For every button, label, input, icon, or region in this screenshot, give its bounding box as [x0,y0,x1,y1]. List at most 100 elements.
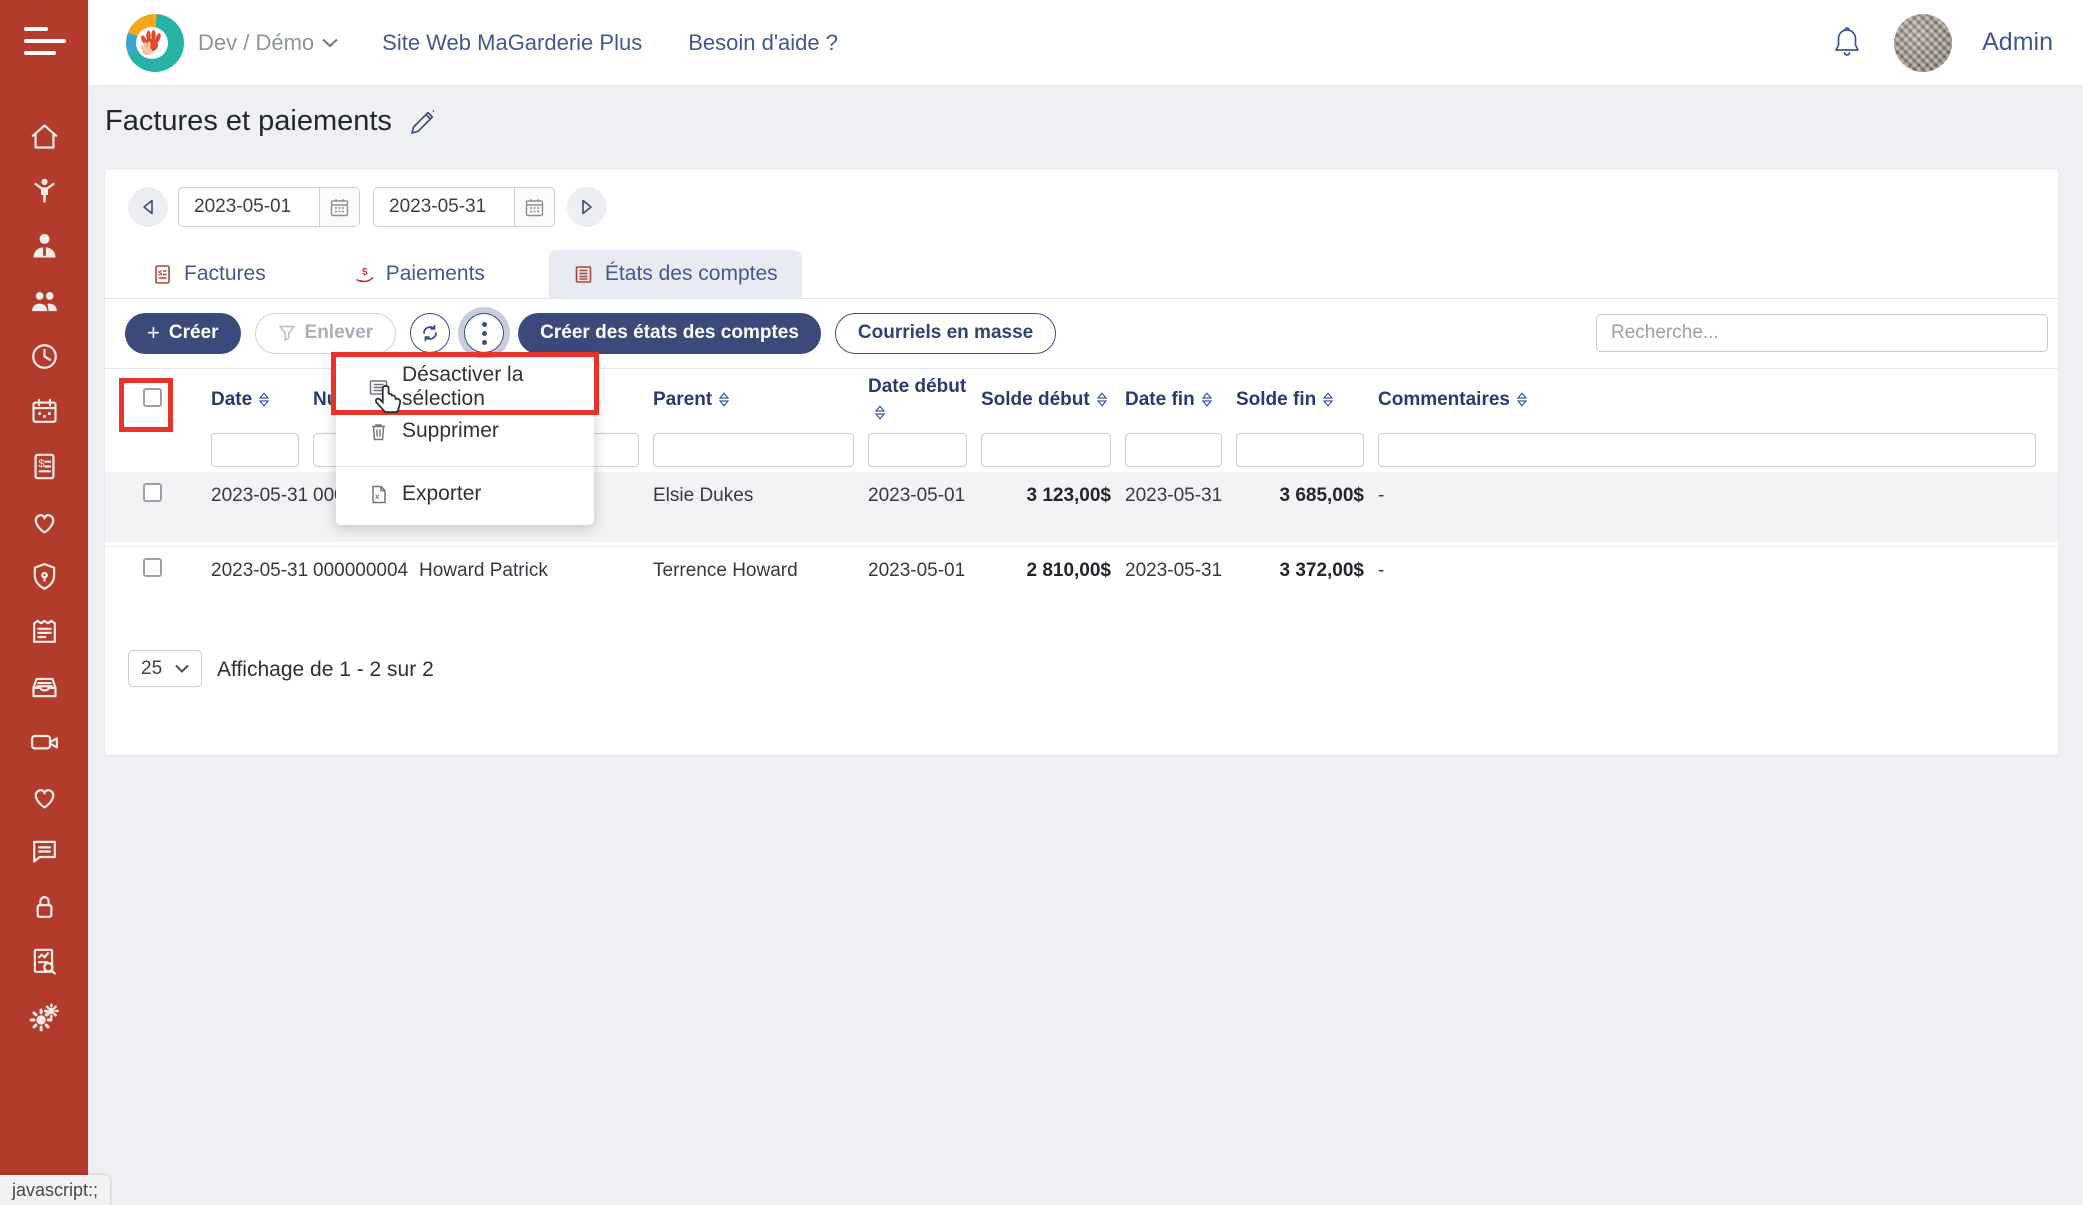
inbox-icon [28,670,61,708]
cell-date: 2023-05-31 [211,472,313,507]
filter-solde-debut-input[interactable] [981,433,1111,467]
sidebar-item-archive[interactable] [23,668,65,710]
calendar-picker-icon[interactable] [319,188,359,226]
video-camera-icon [28,725,61,763]
cell-date-debut: 2023-05-01 [868,547,981,582]
refresh-button[interactable] [410,313,450,353]
filter-parent-input[interactable] [653,433,854,467]
heart-icon [28,505,61,543]
filter-solde-fin-input[interactable] [1236,433,1364,467]
cell-solde-fin: 3 372,00$ [1236,547,1378,582]
magarderie-logo[interactable] [126,14,184,72]
filter-date-input[interactable] [211,433,299,467]
menu-item-exporter[interactable]: x Exporter [336,472,594,516]
menu-item-supprimer[interactable]: Supprimer [336,409,594,453]
column-header-date[interactable]: Date [211,387,313,413]
sidebar-item-parents[interactable] [23,283,65,325]
cell-parent: Terrence Howard [653,547,868,582]
sidebar-item-access[interactable] [23,888,65,930]
filter-date-fin-input[interactable] [1125,433,1222,467]
tab-etats-des-comptes[interactable]: États des comptes [549,250,802,298]
home-icon [28,120,61,158]
cell-commentaires: - [1378,472,2036,507]
filter-commentaires-input[interactable] [1378,433,2036,467]
row-checkbox[interactable] [143,483,162,502]
menu-divider [336,466,594,467]
mass-email-button[interactable]: Courriels en masse [835,313,1056,354]
edit-title-icon[interactable] [408,107,438,137]
filter-funnel-icon [278,324,296,342]
page-title: Factures et paiements [105,105,392,138]
invoice-icon: $ [152,264,173,285]
sort-icon [718,389,730,404]
create-statements-button[interactable]: Créer des états des comptes [518,313,821,354]
calendar-picker-icon[interactable] [514,188,554,226]
chat-icon [28,835,61,873]
sort-icon [1096,389,1108,404]
link-help[interactable]: Besoin d'aide ? [688,30,838,56]
sidebar-item-security[interactable] [23,558,65,600]
date-from-input[interactable] [179,188,319,226]
sidebar-item-messages[interactable] [23,833,65,875]
next-period-button[interactable] [567,187,607,227]
sidebar-item-calendar[interactable] [23,393,65,435]
cell-date-debut: 2023-05-01 [868,472,981,507]
user-avatar[interactable] [1894,14,1952,72]
lock-icon [28,890,61,928]
sidebar-item-invoices[interactable]: $ [23,448,65,490]
more-actions-button[interactable] [464,313,504,353]
sidebar-item-educators[interactable] [23,228,65,270]
triangle-left-icon [142,199,154,215]
user-name[interactable]: Admin [1982,28,2053,57]
cell-date-fin: 2023-05-31 [1125,472,1236,507]
cell-date: 2023-05-31 [211,547,313,582]
sidebar-item-settings[interactable] [23,998,65,1040]
column-header-date-fin[interactable]: Date fin [1125,387,1236,413]
sidebar-item-video[interactable] [23,723,65,765]
sort-icon [1322,389,1334,404]
column-header-commentaires[interactable]: Commentaires [1378,387,2036,413]
create-button[interactable]: + Créer [125,313,241,354]
bell-icon[interactable] [1830,25,1864,61]
previous-period-button[interactable] [128,187,168,227]
list-icon [368,377,389,398]
page-size-select[interactable]: 25 [128,650,202,687]
table-row[interactable]: 2023-05-31 000000004 Howard Patrick Terr… [105,546,2058,592]
chevron-down-icon [322,38,338,48]
sidebar-item-hours[interactable] [23,338,65,380]
sort-icon [1516,389,1528,404]
row-checkbox[interactable] [143,558,162,577]
select-all-checkbox[interactable] [143,388,162,407]
hand-dollar-icon: $ [354,264,375,285]
sidebar-item-forms[interactable] [23,613,65,655]
sort-icon [1201,389,1213,404]
tab-factures[interactable]: $ Factures [128,250,290,298]
filter-date-debut-input[interactable] [868,433,967,467]
sidebar-item-reports[interactable] [23,943,65,985]
form-icon [28,615,61,653]
sidebar-item-children[interactable] [23,173,65,215]
menu-item-desactiver-la-selection[interactable]: Désactiver la sélection [336,365,594,409]
svg-text:$: $ [362,267,368,278]
sidebar-item-favorites[interactable] [23,778,65,820]
person-tie-icon [28,230,61,268]
plus-icon: + [147,322,160,344]
column-header-parent[interactable]: Parent [653,387,868,413]
column-header-solde-fin[interactable]: Solde fin [1236,387,1378,413]
column-header-date-debut[interactable]: Date début [868,374,981,425]
link-site-web[interactable]: Site Web MaGarderie Plus [382,30,642,56]
menu-toggle-icon[interactable] [24,27,66,63]
date-to-input[interactable] [374,188,514,226]
sidebar-item-health[interactable] [23,503,65,545]
gears-icon [28,1000,61,1038]
clock-icon [28,340,61,378]
sidebar-item-home[interactable] [23,118,65,160]
column-header-solde-debut[interactable]: Solde début [981,387,1125,413]
date-from-group [178,187,360,227]
cell-num: 000000004 [313,547,419,582]
remove-button[interactable]: Enlever [255,313,397,354]
search-input[interactable] [1596,314,2048,352]
chevron-down-icon [175,664,189,673]
org-switcher[interactable]: Dev / Démo [198,30,338,56]
tab-paiements[interactable]: $ Paiements [330,250,509,298]
